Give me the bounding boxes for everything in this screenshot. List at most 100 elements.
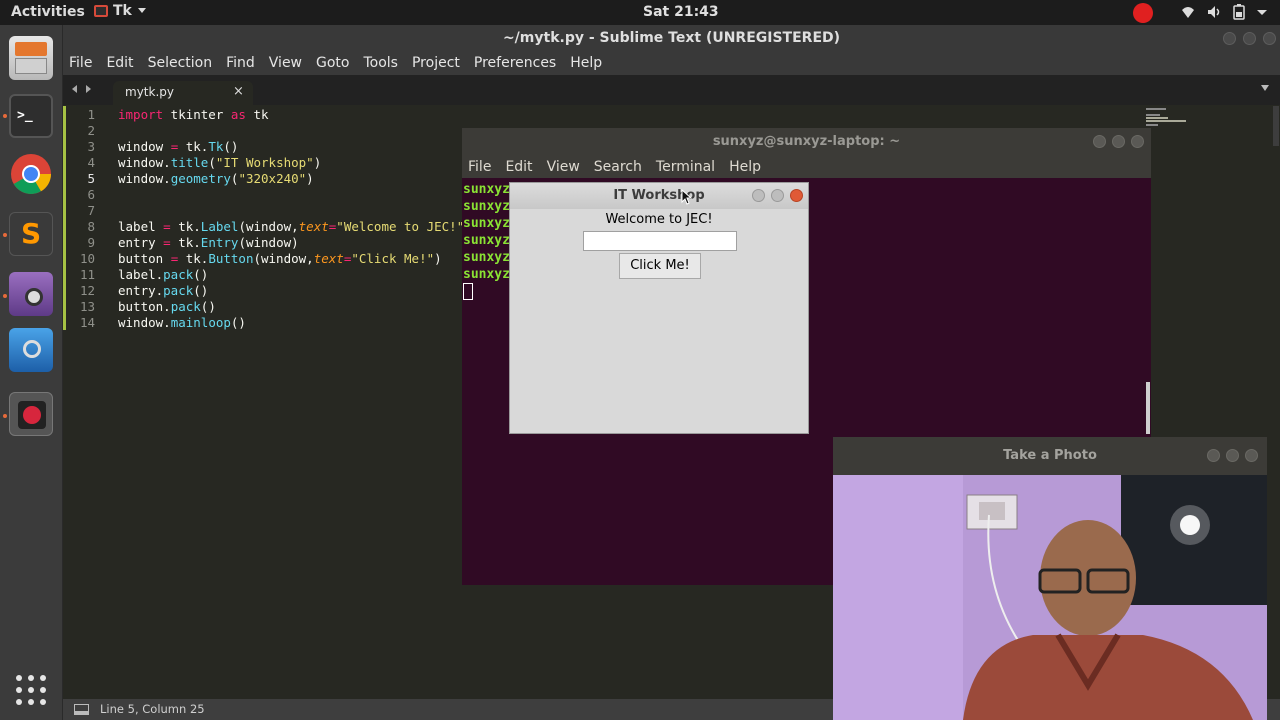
menu-search[interactable]: Search — [594, 159, 642, 175]
terminal-title: sunxyz@sunxyz-laptop: ~ — [462, 128, 1151, 156]
tab-close-icon[interactable]: × — [233, 84, 244, 99]
clock[interactable]: Sat 21:43 — [643, 4, 719, 20]
line-number: 7 — [87, 203, 95, 218]
menu-edit[interactable]: Edit — [106, 55, 133, 71]
running-indicator — [3, 233, 7, 237]
git-gutter-marker — [63, 106, 66, 330]
maximize-button[interactable] — [1243, 32, 1256, 45]
screen-recorder-icon[interactable] — [9, 392, 53, 436]
menu-view[interactable]: View — [547, 159, 580, 175]
webcam-app-icon[interactable] — [9, 272, 53, 316]
menu-view[interactable]: View — [269, 55, 302, 71]
files-icon[interactable] — [9, 36, 53, 80]
close-button[interactable] — [790, 189, 803, 202]
dock: >_ S — [0, 25, 63, 720]
code-line: button = tk.Button(window,text="Click Me… — [118, 251, 442, 266]
recording-indicator-icon[interactable] — [1133, 3, 1153, 23]
webcam-window[interactable]: Take a Photo — [833, 437, 1267, 720]
line-number: 10 — [79, 251, 95, 266]
terminal-menu-bar: File Edit View Search Terminal Help — [462, 156, 1151, 178]
running-indicator — [3, 294, 7, 298]
close-button[interactable] — [1263, 32, 1276, 45]
welcome-label: Welcome to JEC! — [605, 212, 713, 227]
app-menu[interactable]: Tk — [94, 3, 147, 19]
media-app-icon[interactable] — [9, 328, 53, 372]
terminal-scrollbar[interactable] — [1146, 382, 1150, 434]
system-menu-icon[interactable] — [1256, 4, 1268, 20]
webcam-preview — [833, 475, 1267, 720]
menu-selection[interactable]: Selection — [148, 55, 213, 71]
line-number: 3 — [87, 139, 95, 154]
minimize-button[interactable] — [752, 189, 765, 202]
terminal-icon[interactable]: >_ — [9, 94, 53, 138]
menu-terminal[interactable]: Terminal — [656, 159, 715, 175]
minimize-button[interactable] — [1207, 449, 1220, 462]
line-number: 13 — [79, 299, 95, 314]
menu-find[interactable]: Find — [226, 55, 255, 71]
minimize-button[interactable] — [1093, 135, 1106, 148]
scrollbar[interactable] — [1273, 106, 1279, 146]
wifi-icon[interactable] — [1180, 4, 1196, 20]
tab-list-chevron-icon[interactable] — [1260, 84, 1270, 92]
menu-preferences[interactable]: Preferences — [474, 55, 556, 71]
prompt-line: sunxyz — [463, 233, 510, 248]
line-number: 8 — [87, 219, 95, 234]
click-me-button[interactable]: Click Me! — [619, 253, 701, 279]
tk-app-icon — [94, 5, 108, 17]
cursor-position: Line 5, Column 25 — [100, 702, 205, 716]
top-bar: Activities Tk Sat 21:43 — [0, 0, 1280, 25]
panel-toggle-icon[interactable] — [74, 704, 89, 715]
code-line: window = tk.Tk() — [118, 139, 239, 154]
app-menu-label: Tk — [113, 3, 132, 19]
prompt-line: sunxyz — [463, 182, 510, 197]
terminal-cursor — [463, 283, 473, 300]
line-number: 4 — [87, 155, 95, 170]
menu-tools[interactable]: Tools — [363, 55, 398, 71]
chrome-icon[interactable] — [9, 152, 53, 196]
code-line: label = tk.Label(window,text="Welcome to… — [118, 219, 472, 234]
menu-help[interactable]: Help — [729, 159, 761, 175]
sublime-text-icon[interactable]: S — [9, 212, 53, 256]
minimap[interactable] — [1146, 106, 1196, 136]
line-number: 11 — [79, 267, 95, 282]
tk-window[interactable]: IT Workshop Welcome to JEC! Click Me! — [509, 182, 809, 434]
minimize-button[interactable] — [1223, 32, 1236, 45]
menu-help[interactable]: Help — [570, 55, 602, 71]
code-line: window.title("IT Workshop") — [118, 155, 322, 170]
text-entry[interactable] — [583, 231, 737, 251]
code-line: entry = tk.Entry(window) — [118, 235, 299, 250]
prompt-line: sunxyz — [463, 267, 510, 282]
menu-file[interactable]: File — [468, 159, 491, 175]
show-applications-icon[interactable] — [15, 674, 47, 706]
code-line: entry.pack() — [118, 283, 209, 298]
activities-button[interactable]: Activities — [11, 4, 85, 20]
battery-icon[interactable] — [1233, 4, 1245, 20]
close-button[interactable] — [1245, 449, 1258, 462]
prompt-line: sunxyz — [463, 216, 510, 231]
line-number-current: 5 — [87, 171, 95, 186]
chevron-down-icon — [137, 8, 146, 13]
terminal-output[interactable]: sunxyz sunxyz sunxyz sunxyz sunxyz sunxy… — [463, 181, 510, 300]
tab-mytk[interactable]: mytk.py × — [113, 81, 253, 105]
maximize-button[interactable] — [1112, 135, 1125, 148]
window-title: ~/mytk.py - Sublime Text (UNREGISTERED) — [63, 25, 1280, 51]
menu-file[interactable]: File — [69, 55, 92, 71]
mouse-pointer-icon — [681, 189, 693, 205]
line-number: 1 — [87, 107, 95, 122]
running-indicator — [3, 414, 7, 418]
tab-nav-arrows-icon[interactable] — [71, 84, 93, 94]
menu-edit[interactable]: Edit — [505, 159, 532, 175]
maximize-button[interactable] — [1226, 449, 1239, 462]
menu-project[interactable]: Project — [412, 55, 460, 71]
close-button[interactable] — [1131, 135, 1144, 148]
webcam-title: Take a Photo — [833, 437, 1267, 474]
menu-goto[interactable]: Goto — [316, 55, 349, 71]
line-number: 2 — [87, 123, 95, 138]
maximize-button[interactable] — [771, 189, 784, 202]
running-indicator — [3, 114, 7, 118]
code-line: label.pack() — [118, 267, 209, 282]
code-line: window.mainloop() — [118, 315, 246, 330]
menu-bar: File Edit Selection Find View Goto Tools… — [63, 51, 1280, 75]
tab-bar: mytk.py × — [63, 75, 1280, 105]
volume-icon[interactable] — [1206, 4, 1222, 20]
